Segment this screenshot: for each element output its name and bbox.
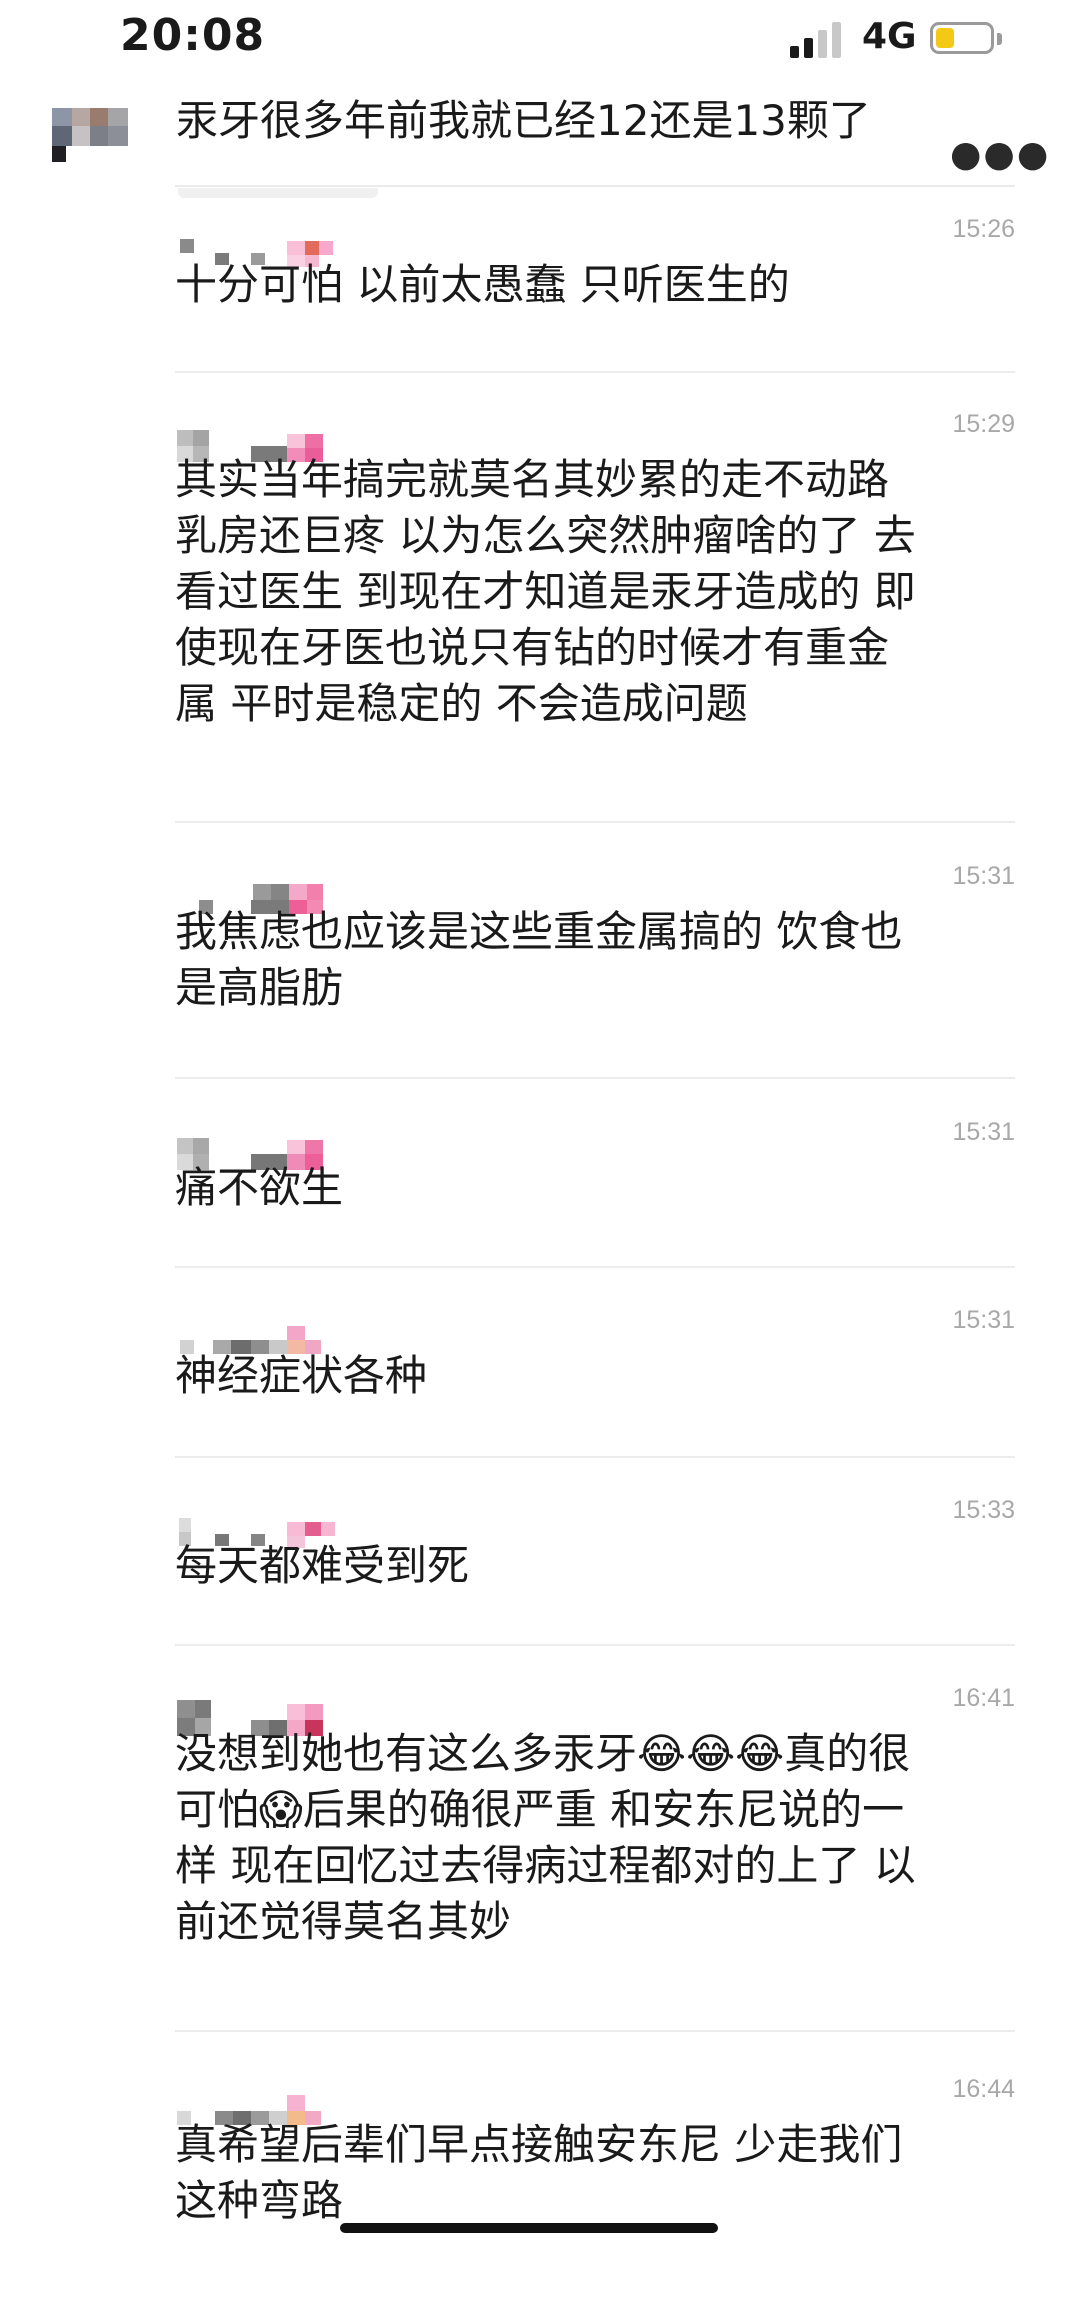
top-message-text: 汞牙很多年前我就已经12还是13颗了 bbox=[176, 96, 871, 145]
divider bbox=[175, 1266, 1015, 1268]
comment-item: 16:41 没想到她也有这么多汞牙😂😂😂真的很 可怕😱后果的确很严重 和安东尼说… bbox=[175, 1684, 1015, 2032]
comment-text: 痛不欲生 bbox=[175, 1163, 344, 1212]
comment-time: 15:31 bbox=[952, 862, 1015, 890]
comment-text: 每天都难受到死 bbox=[175, 1541, 470, 1590]
home-indicator[interactable] bbox=[340, 2223, 718, 2233]
comment-text: 十分可怕 以前太愚蠢 只听医生的 bbox=[175, 260, 790, 309]
comment-item: 15:31 我焦虑也应该是这些重金属搞的 饮食也 是高脂肪 bbox=[175, 862, 1015, 1079]
comment-text: 真希望后辈们早点接触安东尼 少走我们 这种弯路 bbox=[175, 2120, 903, 2225]
comment-item: 15:33 每天都难受到死 bbox=[175, 1496, 1015, 1646]
divider bbox=[175, 821, 1015, 823]
comment-time: 16:44 bbox=[952, 2075, 1015, 2103]
comment-item: 15:29 其实当年搞完就莫名其妙累的走不动路 乳房还巨疼 以为怎么突然肿瘤啥的… bbox=[175, 410, 1015, 823]
comment-text: 神经症状各种 bbox=[175, 1351, 428, 1400]
comment-text: 我焦虑也应该是这些重金属搞的 饮食也 是高脂肪 bbox=[175, 907, 903, 1012]
comment-time: 16:41 bbox=[952, 1684, 1015, 1712]
avatar[interactable] bbox=[52, 108, 148, 168]
cutoff-bubble bbox=[178, 188, 378, 198]
divider bbox=[175, 1644, 1015, 1646]
comment-time: 15:33 bbox=[952, 1496, 1015, 1524]
battery-icon bbox=[930, 22, 994, 54]
comment-text: 没想到她也有这么多汞牙😂😂😂真的很 可怕😱后果的确很严重 和安东尼说的一 样 现… bbox=[175, 1729, 916, 1946]
avatar-image bbox=[52, 108, 128, 162]
comment-time: 15:31 bbox=[952, 1306, 1015, 1334]
comment-item: 15:31 神经症状各种 bbox=[175, 1306, 1015, 1458]
divider bbox=[175, 2030, 1015, 2032]
divider bbox=[175, 1077, 1015, 1079]
comment-item: 15:31 痛不欲生 bbox=[175, 1118, 1015, 1268]
network-type: 4G bbox=[862, 16, 917, 57]
comment-text: 其实当年搞完就莫名其妙累的走不动路 乳房还巨疼 以为怎么突然肿瘤啥的了 去 看过… bbox=[175, 455, 916, 728]
comment-item: 16:44 真希望后辈们早点接触安东尼 少走我们 这种弯路 bbox=[175, 2075, 1015, 2235]
battery-level bbox=[936, 28, 954, 48]
comment-time: 15:26 bbox=[952, 215, 1015, 243]
signal-icon bbox=[790, 22, 846, 58]
divider bbox=[175, 1456, 1015, 1458]
status-bar: 20:08 4G bbox=[0, 0, 1080, 80]
more-dots-icon[interactable]: ●●● bbox=[950, 137, 1048, 173]
comment-time: 15:29 bbox=[952, 410, 1015, 438]
status-time: 20:08 bbox=[120, 10, 266, 61]
divider bbox=[175, 185, 1015, 187]
comment-time: 15:31 bbox=[952, 1118, 1015, 1146]
battery-cap bbox=[997, 33, 1002, 45]
comment-item: 15:26 十分可怕 以前太愚蠢 只听医生的 bbox=[175, 215, 1015, 373]
divider bbox=[175, 371, 1015, 373]
